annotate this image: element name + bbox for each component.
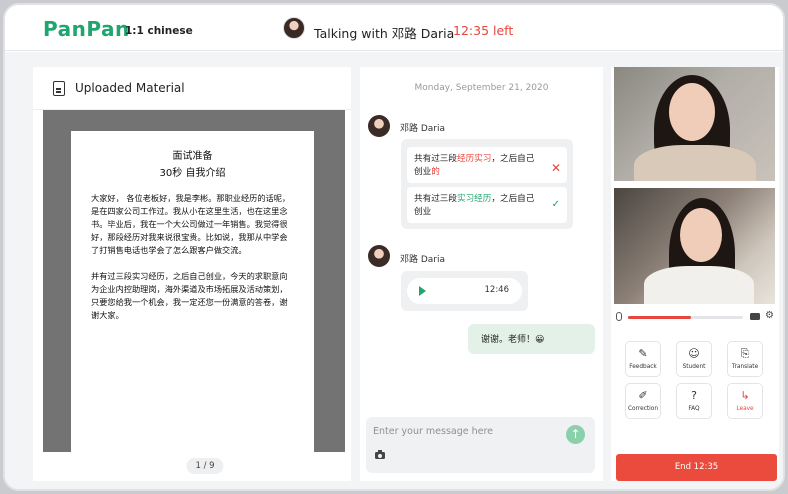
- student-button[interactable]: ☺ Student: [676, 341, 712, 377]
- doc-paragraph: 并有过三段实习经历，之后自己创业，今天的求职意向为企业内控助理岗，海外渠道及市场…: [91, 271, 288, 320]
- video-panel: ⚙ ✎ Feedback ☺ Student ⎘ Translate ✐ Cor…: [611, 67, 779, 481]
- voice-message: 12:46: [401, 271, 528, 311]
- end-session-button[interactable]: End 12:35: [616, 454, 777, 481]
- main-area: Uploaded Material 面试准备 30秒 自我介绍 大家好， 各位老…: [5, 52, 783, 489]
- sender-name: 邓路 Daria: [400, 255, 446, 265]
- document-page: 面试准备 30秒 自我介绍 大家好， 各位老板好，我是李彬。那职业经历的话呢， …: [71, 131, 314, 452]
- corrected-sentence: 共有过三段实习经历，之后自己创业 ✓: [407, 187, 567, 223]
- material-title: Uploaded Material: [75, 81, 185, 95]
- time-remaining: 12:35 left: [453, 23, 514, 38]
- app-window: PanPan 1:1 chinese Talking with 邓路 Daria…: [3, 3, 785, 491]
- send-button[interactable]: ↑: [566, 425, 585, 444]
- top-bar: PanPan 1:1 chinese Talking with 邓路 Daria…: [5, 5, 783, 51]
- avatar: [368, 115, 390, 137]
- chat-date: Monday, September 21, 2020: [414, 83, 549, 93]
- avatar: [283, 17, 305, 39]
- page-indicator[interactable]: 1 / 9: [186, 458, 224, 474]
- faq-button[interactable]: ? FAQ: [676, 383, 712, 419]
- app-logo: PanPan: [43, 17, 130, 41]
- microphone-icon[interactable]: [616, 312, 622, 321]
- audio-player: 12:46: [407, 278, 522, 304]
- camera-icon[interactable]: [375, 450, 385, 459]
- session-partner: Talking with 邓路 Daria: [314, 26, 455, 41]
- material-panel: Uploaded Material 面试准备 30秒 自我介绍 大家好， 各位老…: [33, 67, 351, 481]
- gear-icon[interactable]: ⚙: [765, 311, 774, 321]
- own-message: 谢谢。老师！😀: [468, 324, 595, 354]
- check-icon: ✓: [551, 199, 560, 210]
- translate-icon: ⎘: [740, 347, 750, 360]
- message-input[interactable]: [368, 419, 556, 443]
- translate-button[interactable]: ⎘ Translate: [727, 341, 763, 377]
- leave-button[interactable]: ↳ Leave: [727, 383, 763, 419]
- volume-level: [628, 316, 692, 319]
- local-video: [614, 188, 775, 304]
- avatar: [368, 245, 390, 267]
- doc-subtitle: 30秒 自我介绍: [159, 168, 226, 179]
- correction-card: 共有过三段经历实习，之后自己创业的 ✕ 共有过三段实习经历，之后自己创业 ✓: [401, 139, 573, 229]
- material-header: Uploaded Material: [33, 67, 351, 110]
- document-viewer[interactable]: 面试准备 30秒 自我介绍 大家好， 各位老板好，我是李彬。那职业经历的话呢， …: [43, 110, 345, 452]
- doc-title: 面试准备: [172, 151, 213, 162]
- message-composer: ↑: [366, 417, 595, 473]
- wrong-sentence: 共有过三段经历实习，之后自己创业的 ✕: [407, 147, 567, 183]
- feedback-icon: ✎: [638, 347, 648, 360]
- close-icon: ✕: [550, 161, 561, 175]
- doc-paragraph: 大家好， 各位老板好，我是李彬。那职业经历的话呢， 是在四家公司工作过。我从小在…: [91, 193, 291, 255]
- correction-button[interactable]: ✐ Correction: [625, 383, 661, 419]
- media-controls: ⚙: [611, 310, 779, 324]
- audio-duration: 12:46: [484, 285, 510, 295]
- chat-panel: Monday, September 21, 2020 邓路 Daria 共有过三…: [360, 67, 603, 481]
- error-highlight: 的: [431, 167, 440, 177]
- play-icon[interactable]: [419, 286, 426, 296]
- student-icon: ☺: [688, 347, 700, 360]
- camera-icon[interactable]: [750, 313, 760, 320]
- volume-slider[interactable]: [628, 316, 743, 319]
- remote-video: [614, 67, 775, 181]
- correction-icon: ✐: [638, 389, 648, 402]
- course-type: 1:1 chinese: [125, 25, 193, 37]
- leave-icon: ↳: [740, 389, 750, 402]
- error-highlight: 经历实习: [456, 154, 492, 164]
- faq-icon: ?: [691, 389, 697, 402]
- document-icon: [53, 81, 65, 96]
- sender-name: 邓路 Daria: [400, 124, 446, 134]
- feedback-button[interactable]: ✎ Feedback: [625, 341, 661, 377]
- correct-highlight: 实习经历: [456, 194, 492, 204]
